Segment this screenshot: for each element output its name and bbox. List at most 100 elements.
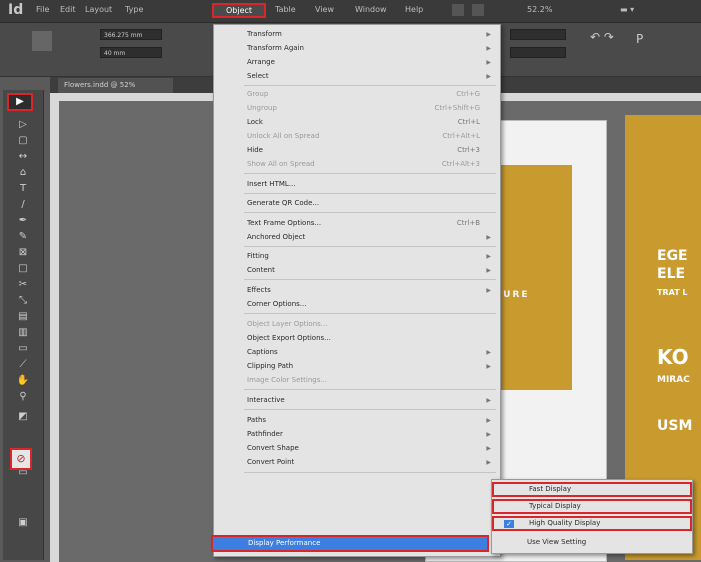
menu-item-anchored-object[interactable]: Anchored Object ▶ [214, 231, 500, 244]
screen-mode-icon[interactable]: ▬ ▾ [620, 5, 634, 14]
submenu-item-typical-display[interactable]: Typical Display [492, 499, 692, 514]
right-page-line: USM [657, 418, 693, 434]
menu-help[interactable]: Help [405, 5, 423, 14]
menu-item-object-export-options[interactable]: Object Export Options... [214, 332, 500, 345]
menu-item-effects[interactable]: Effects ▶ [214, 284, 500, 297]
scale-x-field[interactable] [510, 29, 566, 40]
menu-item-lock[interactable]: Lock Ctrl+L [214, 116, 500, 129]
menu-item-corner-options[interactable]: Corner Options... [214, 298, 500, 311]
reference-point-icon[interactable] [32, 31, 52, 51]
submenu-arrow-icon: ▶ [486, 267, 491, 274]
submenu-item-fast-display[interactable]: Fast Display [492, 482, 692, 497]
document-tab[interactable]: Flowers.indd @ 52% [58, 78, 173, 93]
menu-window[interactable]: Window [355, 5, 387, 14]
menu-item-label: Captions [247, 348, 278, 356]
menu-item-label: Text Frame Options... [247, 219, 322, 227]
menu-type[interactable]: Type [125, 5, 143, 14]
submenu-arrow-icon: ▶ [486, 234, 491, 241]
menu-item-label: Hide [247, 146, 263, 154]
menu-item-shortcut: Ctrl+Alt+3 [441, 160, 480, 168]
menu-item-label: Object Layer Options... [247, 320, 328, 328]
fill-stroke-icon[interactable]: ◩ [9, 410, 37, 423]
scissors-tool-icon[interactable]: ✂ [9, 278, 37, 291]
x-field[interactable]: 366.275 mm [100, 29, 162, 40]
gradient-feather-tool-icon[interactable]: ▥ [9, 326, 37, 339]
menu-object[interactable]: Object [212, 3, 266, 18]
eyedropper-tool-icon[interactable]: ⟋ [9, 358, 37, 371]
direct-selection-tool-icon[interactable]: ▷ [9, 118, 37, 131]
menu-item-label: Arrange [247, 58, 275, 66]
menu-item-clipping-path[interactable]: Clipping Path ▶ [214, 360, 500, 373]
pen-tool-icon[interactable]: ✒ [9, 214, 37, 227]
screen-mode-icon[interactable]: ▣ [9, 516, 37, 529]
submenu-item-use-view-setting[interactable]: Use View Setting [492, 535, 692, 550]
gradient-swatch-tool-icon[interactable]: ▤ [9, 310, 37, 323]
scale-y-field[interactable] [510, 47, 566, 58]
menu-item-paths[interactable]: Paths ▶ [214, 414, 500, 427]
menu-item-convert-shape[interactable]: Convert Shape ▶ [214, 442, 500, 455]
page-tool-icon[interactable]: ▢ [9, 134, 37, 147]
menu-item-fitting[interactable]: Fitting ▶ [214, 250, 500, 263]
menu-item-text-frame-options[interactable]: Text Frame Options... Ctrl+B [214, 217, 500, 230]
submenu-arrow-icon: ▶ [486, 459, 491, 466]
menu-item-shortcut: Ctrl+L [457, 118, 480, 126]
content-collector-icon[interactable]: ⌂ [9, 166, 37, 179]
menu-view[interactable]: View [315, 5, 334, 14]
rectangle-tool-icon[interactable]: □ [9, 262, 37, 275]
submenu-arrow-icon: ▶ [486, 397, 491, 404]
free-transform-tool-icon[interactable]: ⤡ [9, 294, 37, 307]
menu-item-label: Interactive [247, 396, 285, 404]
menu-item-convert-point[interactable]: Convert Point ▶ [214, 456, 500, 469]
hand-tool-icon[interactable]: ✋ [9, 374, 37, 387]
menu-item-label: Paths [247, 416, 267, 424]
zoom-tool-icon[interactable]: ⚲ [9, 390, 37, 403]
gap-tool-icon[interactable]: ↔ [9, 150, 37, 163]
pencil-tool-icon[interactable]: ✎ [9, 230, 37, 243]
menu-item-show-all[interactable]: Show All on Spread Ctrl+Alt+3 [214, 158, 500, 171]
menu-item-shortcut: Ctrl+B [456, 219, 480, 227]
menu-edit[interactable]: Edit [60, 5, 76, 14]
zoom-level[interactable]: 52.2% [527, 5, 552, 14]
menu-item-object-layer-options[interactable]: Object Layer Options... [214, 318, 500, 331]
menu-item-ungroup[interactable]: Ungroup Ctrl+Shift+G [214, 102, 500, 115]
menu-item-captions[interactable]: Captions ▶ [214, 346, 500, 359]
menu-separator [244, 193, 496, 194]
menu-item-label: Transform [247, 30, 282, 38]
menu-item-pathfinder[interactable]: Pathfinder ▶ [214, 428, 500, 441]
menu-item-select[interactable]: Select ▶ [214, 70, 500, 83]
rotate-icon[interactable]: ↶ ↷ [590, 30, 614, 44]
menu-item-transform[interactable]: Transform ▶ [214, 28, 500, 41]
line-tool-icon[interactable]: / [9, 198, 37, 211]
menu-item-generate-qr[interactable]: Generate QR Code... [214, 197, 500, 210]
menu-item-label: Clipping Path [247, 362, 294, 370]
submenu-arrow-icon: ▶ [486, 45, 491, 52]
menu-item-unlock-all[interactable]: Unlock All on Spread Ctrl+Alt+L [214, 130, 500, 143]
y-field[interactable]: 40 mm [100, 47, 162, 58]
vertical-ruler[interactable] [50, 101, 59, 562]
menu-item-group[interactable]: Group Ctrl+G [214, 88, 500, 101]
flip-icon[interactable]: P [636, 32, 643, 46]
menu-item-display-performance[interactable]: Display Performance [211, 535, 489, 552]
submenu-item-high-quality-display[interactable]: ✓ High Quality Display [492, 516, 692, 531]
display-performance-icon[interactable]: ⊘ [10, 448, 32, 470]
menu-separator [244, 409, 496, 410]
menu-item-arrange[interactable]: Arrange ▶ [214, 56, 500, 69]
menu-item-content[interactable]: Content ▶ [214, 264, 500, 277]
minibridge-icon[interactable] [472, 4, 484, 16]
menu-item-label: Select [247, 72, 269, 80]
menu-item-insert-html[interactable]: Insert HTML... [214, 178, 500, 191]
type-tool-icon[interactable]: T [9, 182, 37, 195]
bridge-icon[interactable] [452, 4, 464, 16]
menu-table[interactable]: Table [275, 5, 296, 14]
selection-tool-icon[interactable]: ▶ [7, 93, 33, 111]
menu-file[interactable]: File [36, 5, 49, 14]
menu-layout[interactable]: Layout [85, 5, 112, 14]
menu-item-transform-again[interactable]: Transform Again ▶ [214, 42, 500, 55]
menu-item-image-color-settings[interactable]: Image Color Settings... [214, 374, 500, 387]
menu-item-interactive[interactable]: Interactive ▶ [214, 394, 500, 407]
menu-separator [244, 313, 496, 314]
right-page-line: MIRAC [657, 375, 690, 385]
note-tool-icon[interactable]: ▭ [9, 342, 37, 355]
menu-item-hide[interactable]: Hide Ctrl+3 [214, 144, 500, 157]
rectangle-frame-tool-icon[interactable]: ⊠ [9, 246, 37, 259]
